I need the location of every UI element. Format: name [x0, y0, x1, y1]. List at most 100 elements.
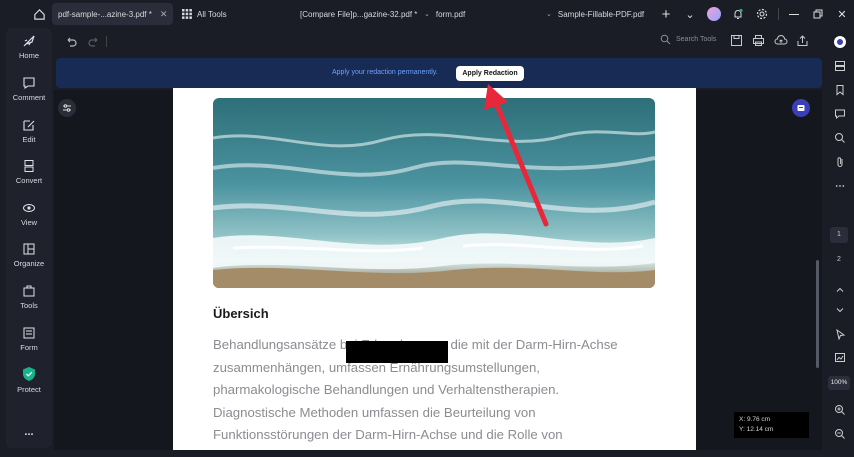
settings-button[interactable] — [750, 4, 774, 24]
zoom-level[interactable]: 100% — [828, 376, 850, 390]
pages-icon — [835, 61, 845, 71]
y-coordinate: Y: 12.14 cm — [739, 426, 774, 433]
chevron-down-icon: ⌄ — [546, 11, 552, 18]
toolbox-icon — [23, 285, 35, 297]
gear-icon — [756, 8, 768, 20]
page-thumb-1[interactable]: 1 — [830, 227, 848, 243]
organize-icon — [23, 243, 35, 255]
sidebar-item-protect[interactable]: Protect — [6, 366, 52, 394]
sliders-icon — [63, 104, 71, 112]
chevron-down-icon: ⌄ — [685, 8, 695, 21]
sidebar-item-label: Edit — [22, 135, 36, 144]
house-icon — [33, 8, 45, 20]
tab-compare-file[interactable]: [Compare File]p...gazine-32.pdf * — [294, 3, 423, 25]
page-thumb-2[interactable]: 2 — [830, 252, 848, 268]
paperclip-icon — [837, 157, 843, 167]
vertical-scrollbar[interactable] — [816, 260, 819, 368]
sidebar-item-comment[interactable]: Comment — [6, 76, 52, 102]
ai-assistant-side-button[interactable] — [832, 34, 848, 50]
undo-icon — [67, 37, 77, 47]
comments-panel-button[interactable] — [832, 106, 848, 122]
undo-button[interactable] — [64, 34, 78, 48]
paragraph-line: zusammenhängen, umfassen Ernährungsumste… — [213, 359, 540, 375]
bell-icon — [734, 8, 743, 19]
share-button[interactable] — [796, 34, 809, 47]
section-heading: Übersich — [213, 306, 269, 321]
pages-panel-button[interactable] — [832, 58, 848, 74]
tab-all-tools[interactable]: All Tools — [176, 3, 233, 25]
scroll-down-button[interactable] — [832, 302, 848, 318]
tab-label: Sample-Fillable-PDF.pdf — [557, 9, 645, 19]
scroll-up-button[interactable] — [832, 282, 848, 298]
notifications-button[interactable] — [726, 4, 750, 24]
sidebar-item-home[interactable]: Home — [6, 34, 52, 60]
screenshot-icon — [835, 353, 845, 362]
sidebar-item-label: Comment — [12, 93, 46, 102]
shield-icon — [23, 367, 35, 381]
search-tools[interactable]: Search Tools — [660, 34, 716, 45]
bookmark-panel-button[interactable] — [832, 82, 848, 98]
save-icon — [731, 35, 742, 46]
select-tool-button[interactable] — [832, 326, 848, 342]
bookmark-icon — [836, 85, 844, 96]
paragraph-line: pharmakologische Behandlungen und Verhal… — [213, 382, 560, 397]
sidebar-item-tools[interactable]: Tools — [6, 284, 52, 310]
search-icon — [660, 34, 671, 45]
zoom-out-button[interactable] — [832, 426, 848, 442]
avatar-image — [707, 7, 721, 21]
minimize-icon — [789, 13, 799, 15]
window-controls: + ⌄ ✕ — [654, 4, 854, 24]
zoom-out-icon — [835, 429, 845, 439]
avatar[interactable] — [702, 4, 726, 24]
sidebar-item-organize[interactable]: Organize — [6, 242, 52, 268]
print-icon — [753, 35, 764, 46]
close-icon[interactable]: ✕ — [160, 9, 168, 20]
apply-redaction-button[interactable]: Apply Redaction — [456, 66, 524, 81]
zoom-in-icon — [835, 405, 845, 415]
redaction-mark[interactable] — [346, 341, 448, 363]
filter-button[interactable] — [58, 99, 76, 117]
redo-button[interactable] — [87, 34, 101, 48]
tab-list-button[interactable]: ⌄ — [678, 4, 702, 24]
more-icon[interactable]: ⋯ — [832, 178, 848, 194]
cloud-upload-icon — [774, 35, 788, 45]
ai-icon — [834, 36, 846, 48]
tab-label: pdf-sample-...azine-3.pdf * — [58, 9, 152, 19]
save-button[interactable] — [730, 34, 743, 47]
print-button[interactable] — [752, 34, 765, 47]
sidebar-item-label: Protect — [17, 385, 41, 394]
chevron-down-icon: ⌄ — [424, 11, 430, 18]
new-tab-button[interactable]: + — [654, 4, 678, 24]
ai-assistant-button[interactable] — [792, 99, 810, 117]
ocean-wave-image — [213, 98, 655, 288]
tab-pdf-sample[interactable]: pdf-sample-...azine-3.pdf * ✕ — [52, 3, 174, 25]
sidebar-item-form[interactable]: Form — [6, 326, 52, 352]
search-icon — [835, 133, 845, 143]
more-icon: ... — [24, 426, 34, 438]
redaction-banner: Apply your redaction permanently. — [56, 58, 822, 88]
minimize-button[interactable] — [782, 4, 806, 24]
form-icon — [23, 327, 35, 339]
separator — [774, 4, 782, 24]
tab-label: form.pdf — [435, 9, 466, 19]
upload-button[interactable] — [774, 34, 788, 47]
paragraph-line: Diagnostische Methoden umfassen die Beur… — [213, 404, 536, 420]
zoom-in-button[interactable] — [832, 402, 848, 418]
home-button[interactable] — [28, 3, 50, 25]
sidebar-item-label: Home — [18, 51, 39, 60]
sidebar-item-view[interactable]: View — [6, 201, 52, 227]
tab-sample-fillable[interactable]: ⌄ Sample-Fillable-PDF.pdf — [540, 3, 650, 25]
search-label: Search Tools — [676, 36, 717, 43]
sidebar-item-convert[interactable]: Convert — [6, 159, 52, 185]
close-window-button[interactable]: ✕ — [830, 4, 854, 24]
red-arrow-annotation — [484, 84, 549, 227]
search-panel-button[interactable] — [832, 130, 848, 146]
snapshot-button[interactable] — [832, 350, 848, 366]
sidebar-more-button[interactable]: ... — [6, 426, 52, 438]
comment-icon — [835, 109, 845, 120]
sidebar-item-edit[interactable]: Edit — [6, 118, 52, 144]
restore-button[interactable] — [806, 4, 830, 24]
attachments-panel-button[interactable] — [832, 154, 848, 170]
tab-form[interactable]: ⌄ form.pdf — [418, 3, 471, 25]
toolbar: Search Tools — [54, 30, 824, 54]
